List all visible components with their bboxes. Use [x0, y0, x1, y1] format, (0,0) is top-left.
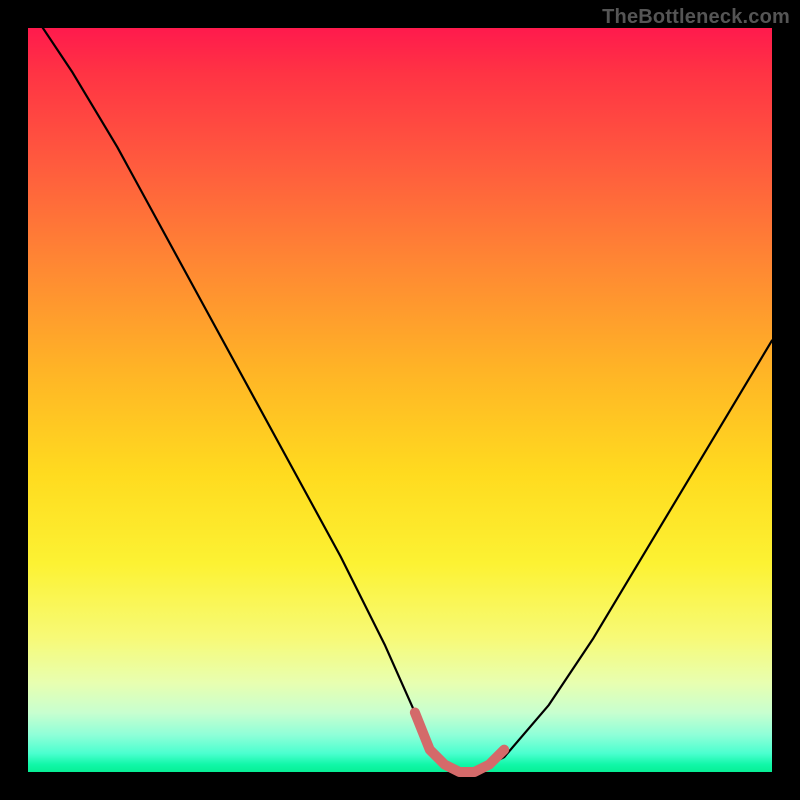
- plot-area: [28, 28, 772, 772]
- chart-frame: TheBottleneck.com: [0, 0, 800, 800]
- curve-layer: [28, 28, 772, 772]
- main-curve: [28, 6, 772, 772]
- emphasis-segment: [415, 712, 504, 772]
- watermark-text: TheBottleneck.com: [602, 6, 790, 29]
